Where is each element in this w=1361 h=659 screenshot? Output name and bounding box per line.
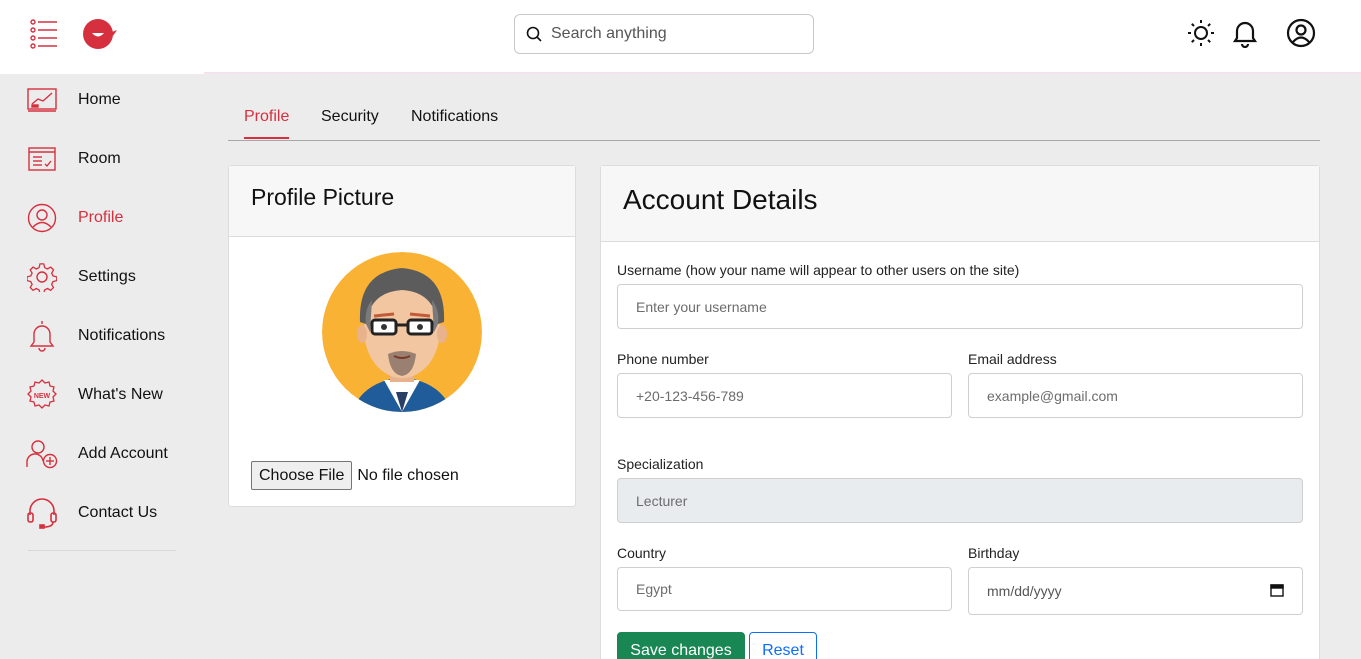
card-header: Profile Picture — [229, 166, 575, 237]
file-status-text: No file chosen — [357, 466, 459, 484]
account-details-card: Account Details Username (how your name … — [600, 165, 1320, 659]
sidebar-item-label: Settings — [78, 267, 136, 285]
sidebar-divider — [28, 550, 176, 551]
specialization-label: Specialization — [617, 456, 704, 472]
phone-label: Phone number — [617, 351, 709, 367]
sidebar-item-add-account[interactable]: Add Account — [0, 424, 204, 483]
search-icon — [525, 25, 543, 43]
sidebar-item-home[interactable]: Home — [0, 70, 204, 129]
menu-list-icon[interactable] — [30, 19, 58, 49]
bell-icon — [26, 320, 58, 352]
birthday-field[interactable]: mm/dd/yyyy — [968, 567, 1303, 615]
top-bar — [204, 0, 1361, 74]
username-field[interactable] — [617, 284, 1303, 329]
save-changes-button[interactable]: Save changes — [617, 632, 745, 659]
chart-monitor-icon — [26, 84, 58, 116]
bell-icon[interactable] — [1229, 17, 1261, 49]
file-upload-row: Choose File No file chosen — [251, 461, 459, 490]
email-label: Email address — [968, 351, 1057, 367]
card-title: Account Details — [623, 184, 818, 215]
brand-logo-icon[interactable] — [82, 18, 118, 50]
birthday-placeholder: mm/dd/yyyy — [987, 583, 1062, 599]
username-label: Username (how your name will appear to o… — [617, 262, 1020, 278]
settings-tabs: Profile Security Notifications — [228, 98, 1320, 141]
reset-button[interactable]: Reset — [749, 632, 817, 659]
sidebar-item-label: Home — [78, 90, 121, 108]
profile-picture-card: Profile Picture Choose File No file chos… — [228, 165, 576, 507]
sidebar-nav: Home Room Profile Settings Notifications… — [0, 70, 204, 542]
sidebar-item-notifications[interactable]: Notifications — [0, 306, 204, 365]
email-field[interactable] — [968, 373, 1303, 418]
headset-icon — [26, 497, 58, 529]
tab-security[interactable]: Security — [321, 108, 379, 137]
sidebar-item-label: What's New — [78, 385, 163, 403]
sidebar-item-label: Room — [78, 149, 121, 167]
birthday-label: Birthday — [968, 545, 1020, 561]
new-badge-icon: NEW — [26, 378, 58, 411]
sidebar-item-label: Profile — [78, 208, 124, 226]
card-header: Account Details — [601, 166, 1319, 242]
tab-profile[interactable]: Profile — [244, 108, 290, 139]
sidebar-item-whats-new[interactable]: NEW What's New — [0, 365, 204, 424]
sidebar-item-room[interactable]: Room — [0, 129, 204, 188]
sidebar-item-label: Contact Us — [78, 503, 158, 521]
user-circle-icon — [26, 202, 58, 234]
sidebar-item-profile[interactable]: Profile — [0, 188, 204, 247]
specialization-field — [617, 478, 1303, 523]
country-field[interactable] — [617, 567, 952, 611]
gear-icon — [26, 261, 58, 293]
user-account-icon[interactable] — [1285, 17, 1317, 49]
card-title: Profile Picture — [251, 184, 395, 210]
search-input[interactable] — [551, 25, 801, 43]
sun-theme-icon[interactable] — [1185, 17, 1217, 49]
sidebar-item-label: Add Account — [78, 444, 168, 462]
tab-notifications[interactable]: Notifications — [411, 108, 498, 137]
sidebar-header — [0, 0, 204, 74]
country-label: Country — [617, 545, 667, 561]
svg-text:NEW: NEW — [34, 393, 51, 400]
sidebar: Home Room Profile Settings Notifications… — [0, 0, 204, 659]
choose-file-button[interactable]: Choose File — [251, 461, 353, 490]
avatar — [322, 252, 482, 412]
sidebar-item-settings[interactable]: Settings — [0, 247, 204, 306]
calendar-icon[interactable] — [1270, 583, 1284, 600]
search-box[interactable] — [514, 14, 814, 54]
sidebar-item-label: Notifications — [78, 326, 166, 344]
add-user-icon — [26, 438, 58, 470]
phone-field[interactable] — [617, 373, 952, 418]
sidebar-item-contact-us[interactable]: Contact Us — [0, 483, 204, 542]
checklist-board-icon — [26, 143, 58, 175]
